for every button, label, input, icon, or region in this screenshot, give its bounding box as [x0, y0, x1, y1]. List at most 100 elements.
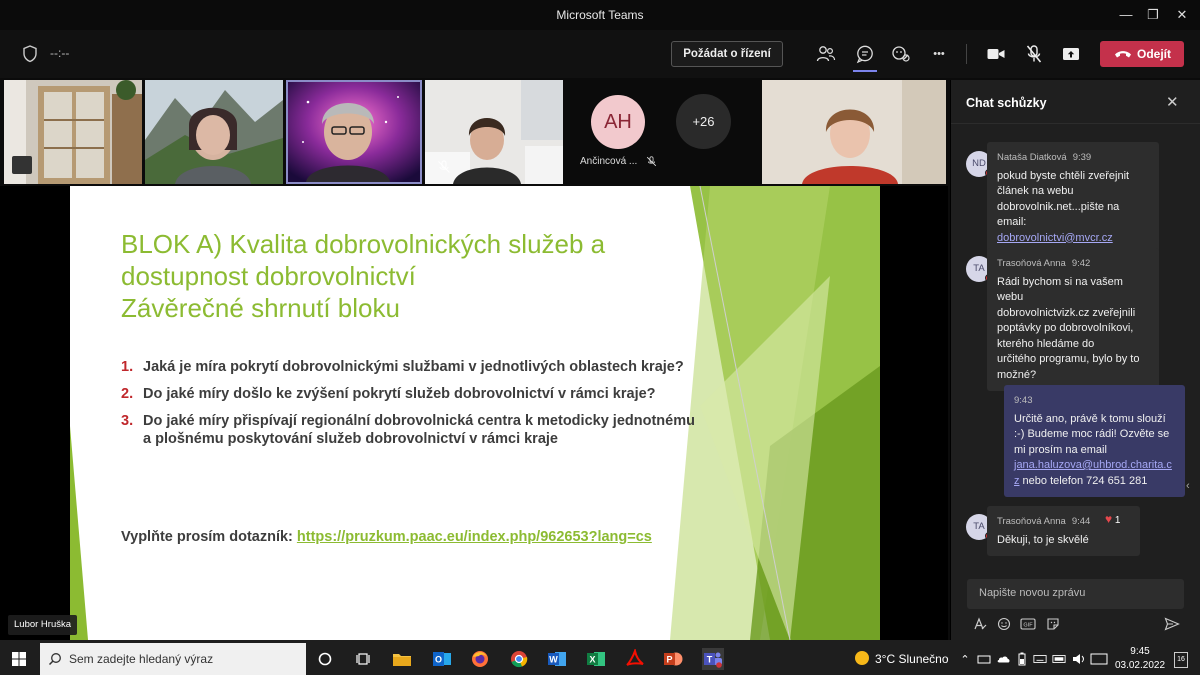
microphone-muted-icon[interactable]: [1022, 42, 1046, 66]
request-control-button[interactable]: Požádat o řízení: [671, 41, 783, 67]
gif-icon[interactable]: GIF: [1019, 615, 1037, 633]
word-icon[interactable]: W: [546, 648, 568, 670]
video-tile-participant-1[interactable]: [4, 80, 142, 184]
camera-icon[interactable]: [984, 42, 1008, 66]
clock-time: 9:45: [1130, 646, 1150, 657]
network-icon[interactable]: [977, 652, 991, 666]
meeting-chat-panel: Chat schůzky ✕ ND Nataša Diatková 9:39 po…: [950, 80, 1200, 640]
svg-text:P: P: [666, 655, 672, 665]
message-text: mi prosím na email: [1014, 443, 1107, 456]
windows-start-icon[interactable]: [8, 648, 30, 670]
participant-video-feed: [762, 80, 946, 184]
svg-text:X: X: [589, 655, 595, 665]
chat-message-own[interactable]: 9:43 Určitě ano, právě k tomu slouží :-)…: [1004, 385, 1185, 497]
video-tile-participant-2[interactable]: [145, 80, 283, 184]
message-author: Trasoňová Anna: [997, 516, 1066, 527]
leave-button[interactable]: Odejít: [1100, 41, 1184, 67]
powerpoint-icon[interactable]: P: [662, 648, 684, 670]
message-text: :-) Budeme moc rádi! Ozvěte se: [1014, 428, 1170, 440]
message-author: Trasoňová Anna: [997, 258, 1066, 269]
message-time: 9:42: [1071, 258, 1091, 269]
meeting-toolbar: --:-- Požádat o řízení ••• Odejít: [0, 30, 1200, 78]
chat-header: Chat schůzky ✕: [951, 80, 1200, 124]
message-author: Nataša Diatková: [997, 152, 1067, 163]
chat-active-indicator: [853, 70, 877, 72]
close-icon[interactable]: ✕: [1166, 93, 1179, 111]
slide-question: 2. Do jaké míry došlo ke zvýšení pokrytí …: [121, 385, 701, 403]
chrome-icon[interactable]: [508, 648, 530, 670]
keyboard-icon[interactable]: [1033, 652, 1047, 666]
window-title-bar: Microsoft Teams — ❐ ✕: [0, 0, 1200, 30]
share-screen-icon[interactable]: [1059, 42, 1083, 66]
shared-presentation-slide: BLOK A) Kvalita dobrovolnických služeb a…: [70, 186, 880, 640]
slide-survey-line: Vyplňte prosím dotazník: https://pruzkum…: [121, 529, 652, 545]
notification-center-icon[interactable]: 16: [1174, 652, 1188, 668]
question-text: Do jaké míry došlo ke zvýšení pokrytí sl…: [143, 386, 656, 402]
more-options-icon[interactable]: •••: [927, 42, 951, 66]
heart-reaction[interactable]: ♥ 1: [1105, 512, 1120, 526]
chevron-left-icon[interactable]: ‹: [1186, 480, 1190, 492]
video-tile-participant-4[interactable]: [425, 80, 563, 184]
window-title: Microsoft Teams: [556, 8, 644, 22]
message-time: 9:39: [1072, 152, 1092, 163]
onedrive-icon[interactable]: [996, 652, 1010, 666]
video-tile-participant-6[interactable]: [762, 80, 946, 184]
chat-message[interactable]: Nataša Diatková 9:39 pokud byste chtěli z…: [987, 142, 1159, 254]
message-text: dobrovolnik.net...pište na email:: [997, 200, 1120, 229]
slide-question-list: 1. Jaká je míra pokrytí dobrovolnickými s…: [121, 358, 701, 457]
chat-icon[interactable]: [853, 42, 877, 66]
question-text: Jaká je míra pokrytí dobrovolnickými slu…: [143, 359, 684, 375]
avatar-initials: ND: [972, 158, 986, 169]
cortana-icon[interactable]: [314, 648, 336, 670]
excel-icon[interactable]: X: [585, 648, 607, 670]
avatar-initials: TA: [973, 521, 985, 532]
shield-icon: [23, 45, 37, 63]
participant-avatar[interactable]: AH: [591, 95, 645, 149]
participants-icon[interactable]: [814, 42, 838, 66]
email-link[interactable]: dobrovolnictvi@mvcr.cz: [997, 232, 1113, 244]
battery-icon[interactable]: [1015, 652, 1029, 666]
microphone-muted-icon: [646, 156, 657, 167]
clock-date: 03.02.2022: [1114, 660, 1166, 671]
format-icon[interactable]: [971, 615, 989, 633]
send-icon[interactable]: [1163, 615, 1181, 633]
acrobat-icon[interactable]: [624, 648, 646, 670]
email-link[interactable]: jana.haluzova@uhbrod.charita.c: [1014, 459, 1172, 471]
emoji-icon[interactable]: [995, 615, 1013, 633]
taskbar-search-input[interactable]: Sem zadejte hledaný výraz: [40, 643, 306, 675]
volume-icon[interactable]: [1072, 652, 1086, 666]
microphone-muted-icon: [437, 160, 451, 174]
reactions-icon[interactable]: [889, 42, 913, 66]
message-text: článek na webu: [997, 185, 1074, 197]
survey-label: Vyplňte prosím dotazník:: [121, 529, 293, 545]
firefox-icon[interactable]: [469, 648, 491, 670]
reaction-count: 1: [1114, 515, 1121, 526]
message-compose-input[interactable]: Napište novou zprávu: [967, 579, 1184, 609]
presenter-name-tag: Lubor Hruška: [8, 615, 78, 635]
sticker-icon[interactable]: [1044, 615, 1062, 633]
chevron-up-icon[interactable]: ⌃: [958, 652, 972, 666]
language-icon[interactable]: [1090, 652, 1108, 666]
svg-text:W: W: [549, 655, 558, 665]
close-window-button[interactable]: ✕: [1164, 4, 1200, 26]
chat-message[interactable]: Trasoňová Anna 9:42 Rádi bychom si na vaš…: [987, 248, 1159, 391]
participant-name-label: Ančincová ...: [580, 156, 638, 167]
search-icon: [48, 653, 61, 666]
slide-title: BLOK A) Kvalita dobrovolnických služeb a…: [121, 228, 681, 324]
video-tile-active-speaker[interactable]: [286, 80, 422, 184]
task-view-icon[interactable]: [352, 648, 374, 670]
outlook-icon[interactable]: O: [431, 648, 453, 670]
question-number: 3.: [121, 413, 134, 429]
taskbar-clock[interactable]: 9:45 03.02.2022: [1110, 645, 1170, 673]
sun-icon: [855, 651, 869, 665]
message-text: nebo telefon 724 651 281: [1019, 474, 1148, 487]
message-text: pokud byste chtěli zveřejnit: [997, 169, 1130, 182]
survey-link[interactable]: https://pruzkum.paac.eu/index.php/962653…: [297, 529, 652, 545]
file-explorer-icon[interactable]: [391, 648, 413, 670]
weather-widget[interactable]: 3°C Slunečno: [855, 651, 949, 666]
wifi-icon[interactable]: [1052, 652, 1066, 666]
more-participants-button[interactable]: +26: [676, 94, 731, 149]
teams-icon[interactable]: T: [702, 648, 724, 670]
message-text: kterého hledáme do: [997, 337, 1095, 350]
svg-text:O: O: [435, 655, 442, 665]
